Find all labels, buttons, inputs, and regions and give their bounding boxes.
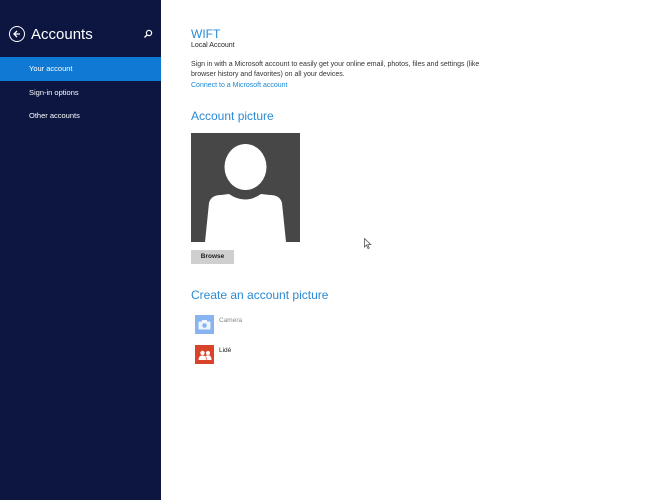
account-type: Local Account (191, 42, 235, 49)
search-icon[interactable] (142, 27, 154, 39)
sidebar: Accounts Your account Sign-in options Ot… (0, 0, 161, 500)
default-user-silhouette-icon (205, 144, 286, 242)
camera-icon (195, 315, 214, 334)
camera-option[interactable]: Camera (195, 315, 242, 334)
sidebar-header: Accounts (9, 22, 93, 46)
account-description: Sign in with a Microsoft account to easi… (191, 61, 480, 78)
sidebar-nav: Your account Sign-in options Other accou… (0, 57, 161, 128)
sidebar-title: Accounts (31, 25, 93, 43)
create-account-picture-title: Create an account picture (191, 288, 329, 302)
people-label: Lidé (219, 347, 232, 354)
people-option[interactable]: Lidé (195, 345, 231, 364)
connect-microsoft-account-link[interactable]: Connect to a Microsoft account (191, 82, 288, 89)
back-arrow-icon[interactable] (9, 26, 25, 42)
account-name: WIFT (191, 27, 221, 41)
sidebar-item-your-account[interactable]: Your account (0, 57, 161, 81)
account-picture-title: Account picture (191, 109, 274, 123)
account-picture (191, 133, 300, 242)
browse-button[interactable]: Browse (191, 250, 234, 264)
sidebar-item-other-accounts[interactable]: Other accounts (0, 104, 161, 128)
mouse-cursor-icon (364, 236, 372, 250)
camera-label: Camera (219, 317, 243, 324)
people-icon (195, 345, 214, 364)
sidebar-item-sign-in-options[interactable]: Sign-in options (0, 81, 161, 105)
